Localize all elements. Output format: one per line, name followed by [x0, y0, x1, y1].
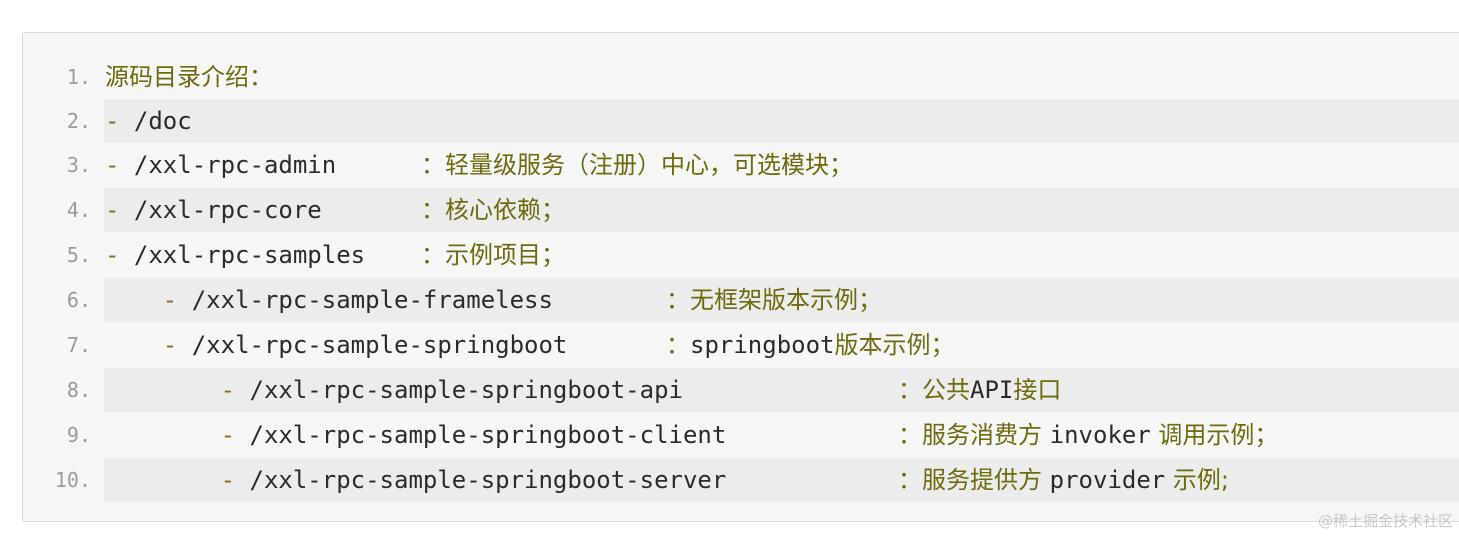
line-number: 1.: [66, 65, 91, 89]
line-number: 5.: [66, 243, 91, 267]
list-dash: -: [105, 376, 250, 404]
line-number: 6.: [66, 288, 91, 312]
desc-part: 调用示例；: [1150, 421, 1279, 449]
line-number: 2.: [66, 109, 91, 133]
code-line: 8. - /xxl-rpc-sample-springboot-api ：公共A…: [23, 368, 1459, 412]
code-line: 3. - /xxl-rpc-admin ：轻量级服务（注册）中心，可选模块；: [23, 143, 1459, 187]
desc-keyword: springboot: [690, 331, 835, 359]
line-heading: 源码目录介绍：: [105, 63, 273, 91]
desc-part: ：服务消费方: [898, 421, 1050, 449]
line-code: - /doc: [105, 99, 192, 143]
line-number: 10.: [54, 468, 91, 492]
directory-description: ：服务消费方 invoker 调用示例；: [898, 413, 1278, 457]
code-line: 10. - /xxl-rpc-sample-springboot-server …: [23, 458, 1459, 502]
directory-path: /xxl-rpc-sample-frameless: [191, 286, 553, 314]
list-dash: -: [105, 151, 134, 179]
directory-path: /xxl-rpc-sample-springboot-api: [249, 376, 683, 404]
directory-path: /xxl-rpc-sample-springboot-client: [249, 421, 727, 449]
line-number: 3.: [66, 153, 91, 177]
desc-part: 版本示例；: [834, 331, 955, 359]
desc-keyword: API: [970, 376, 1014, 404]
line-code: - /xxl-rpc-sample-springboot-client: [105, 413, 727, 457]
code-line: 1. 源码目录介绍：: [23, 55, 1459, 99]
line-code: - /xxl-rpc-core: [105, 188, 322, 232]
code-block: 1. 源码目录介绍： 2. - /doc 3. - /xxl-rpc-admin…: [22, 32, 1459, 522]
line-code: - /xxl-rpc-samples: [105, 233, 365, 277]
code-line: 4. - /xxl-rpc-core ：核心依赖；: [23, 188, 1459, 232]
directory-description: ：公共API接口: [898, 368, 1061, 412]
directory-description: ：示例项目；: [421, 241, 565, 269]
directory-description: ：服务提供方 provider 示例;: [898, 458, 1229, 502]
line-number: 4.: [66, 198, 91, 222]
list-dash: -: [105, 331, 192, 359]
directory-description: ：springboot版本示例；: [666, 323, 955, 367]
desc-part: 示例;: [1165, 466, 1229, 494]
list-dash: -: [105, 107, 134, 135]
line-code: - /xxl-rpc-sample-frameless: [105, 278, 553, 322]
desc-part: ：: [666, 331, 690, 359]
row-highlight: [104, 99, 1459, 143]
code-line: 9. - /xxl-rpc-sample-springboot-client ：…: [23, 413, 1459, 457]
directory-description: ：无框架版本示例；: [666, 286, 882, 314]
line-code: - /xxl-rpc-sample-springboot: [105, 323, 568, 367]
list-dash: -: [105, 196, 134, 224]
code-line: 5. - /xxl-rpc-samples ：示例项目；: [23, 233, 1459, 277]
list-dash: -: [105, 466, 250, 494]
watermark: @稀土掘金技术社区: [1317, 512, 1453, 530]
directory-path: /xxl-rpc-core: [133, 196, 322, 224]
directory-description: ：轻量级服务（注册）中心，可选模块；: [421, 151, 853, 179]
desc-keyword: provider: [1049, 466, 1166, 494]
directory-path: /doc: [133, 107, 192, 135]
line-code: - /xxl-rpc-admin: [105, 143, 336, 187]
line-code: - /xxl-rpc-sample-springboot-api: [105, 368, 683, 412]
list-dash: -: [105, 241, 134, 269]
line-code: - /xxl-rpc-sample-springboot-server: [105, 458, 727, 502]
code-line: 6. - /xxl-rpc-sample-frameless ：无框架版本示例；: [23, 278, 1459, 322]
line-number: 9.: [66, 423, 91, 447]
desc-part: ：服务提供方: [898, 466, 1050, 494]
line-number: 8.: [66, 378, 91, 402]
code-line: 7. - /xxl-rpc-sample-springboot ：springb…: [23, 323, 1459, 367]
line-number: 7.: [66, 333, 91, 357]
desc-part: ：公共: [898, 376, 970, 404]
list-dash: -: [105, 421, 250, 449]
desc-part: 接口: [1013, 376, 1062, 404]
directory-path: /xxl-rpc-admin: [133, 151, 337, 179]
directory-path: /xxl-rpc-sample-springboot: [191, 331, 568, 359]
directory-description: ：核心依赖；: [421, 196, 565, 224]
directory-path: /xxl-rpc-sample-springboot-server: [249, 466, 727, 494]
desc-keyword: invoker: [1049, 421, 1151, 449]
list-dash: -: [105, 286, 192, 314]
directory-path: /xxl-rpc-samples: [133, 241, 366, 269]
code-line: 2. - /doc: [23, 99, 1459, 143]
